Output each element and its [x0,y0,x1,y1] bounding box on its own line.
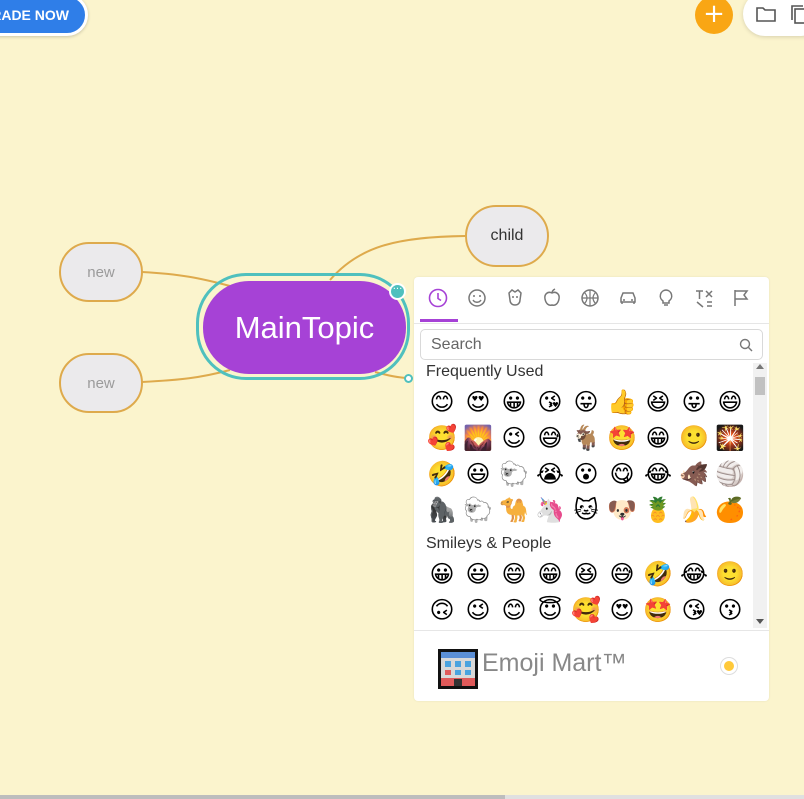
upgrade-now-button[interactable]: RADE NOW [0,0,88,36]
smiley-emoji[interactable]: 🥰 [570,594,602,626]
smileys-icon[interactable] [466,287,490,311]
smiley-emoji[interactable]: 😂 [678,558,710,590]
emoji-picker: Frequently Used Smileys & People 😊😍😀😘😛👍😆… [414,277,769,701]
more-options-icon[interactable]: ··· [389,283,406,300]
frequent-emoji[interactable]: 🙂 [678,422,710,454]
file-toolbar [743,0,804,36]
horizontal-scrollbar[interactable] [0,795,804,799]
department-store-icon [436,647,480,691]
frequent-emoji[interactable]: 😛 [570,386,602,418]
frequent-emoji[interactable]: 🐱 [570,494,602,526]
smiley-emoji[interactable]: 😁 [534,558,566,590]
skin-tone-selector[interactable] [721,658,737,674]
frequent-emoji[interactable]: 🐪 [498,494,530,526]
frequent-emoji[interactable]: 🎇 [714,422,746,454]
smiley-emoji[interactable]: 😆 [570,558,602,590]
emoji-preview: Emoji Mart™ [414,630,769,702]
emoji-scrollbar[interactable] [753,363,767,628]
frequent-emoji[interactable]: 🥰 [426,422,458,454]
smiley-emoji[interactable]: 🤣 [642,558,674,590]
frequent-emoji[interactable]: 😆 [642,386,674,418]
frequent-emoji[interactable]: 😍 [462,386,494,418]
frequent-emoji[interactable]: 🐑 [462,494,494,526]
frequent-emoji[interactable]: 🤩 [606,422,638,454]
scroll-thumb[interactable] [755,377,765,395]
animals-icon[interactable] [504,287,528,311]
travel-icon[interactable] [617,287,641,311]
search-icon [739,337,753,356]
copy-icon[interactable] [789,4,804,30]
frequent-emoji[interactable]: 😂 [642,458,674,490]
scroll-down-arrow-icon[interactable] [756,619,764,624]
frequent-emoji[interactable]: 🦍 [426,494,458,526]
smiley-emoji[interactable]: 😅 [606,558,638,590]
frequent-emoji[interactable]: 🦄 [534,494,566,526]
smiley-emoji[interactable]: 😘 [678,594,710,626]
objects-icon[interactable] [655,287,679,311]
child-node[interactable]: child [465,205,549,267]
frequent-emoji[interactable]: 😮 [570,458,602,490]
frequent-emoji[interactable]: 🍌 [678,494,710,526]
frequent-emoji[interactable]: 🍍 [642,494,674,526]
frequent-emoji[interactable]: 🐶 [606,494,638,526]
frequent-emoji[interactable]: 🤣 [426,458,458,490]
frequent-emoji[interactable]: 😭 [534,458,566,490]
frequent-emoji[interactable]: 🐑 [498,458,530,490]
frequent-emoji[interactable]: 😄 [714,386,746,418]
frequent-emoji[interactable]: 👍 [606,386,638,418]
frequent-emoji[interactable]: 🐗 [678,458,710,490]
frequent-emoji[interactable]: 🌄 [462,422,494,454]
flags-icon[interactable] [731,287,755,311]
smiley-emoji[interactable]: 🙂 [714,558,746,590]
smiley-emoji[interactable]: 😄 [498,558,530,590]
smiley-emoji[interactable]: 😃 [462,558,494,590]
horizontal-scroll-thumb[interactable] [0,795,505,799]
smileys-people-label: Smileys & People [426,535,552,552]
category-bar [414,277,769,324]
frequent-emoji[interactable]: 😋 [606,458,638,490]
smiley-emoji[interactable]: 😉 [462,594,494,626]
smiley-emoji[interactable]: 😊 [498,594,530,626]
recent-icon[interactable] [427,287,451,311]
folder-icon[interactable] [755,4,777,28]
symbols-icon[interactable] [693,287,717,311]
frequent-emoji[interactable]: 😃 [462,458,494,490]
frequent-emoji[interactable]: 😅 [534,422,566,454]
smiley-emoji[interactable]: 😗 [714,594,746,626]
frequent-emoji[interactable]: 😛 [678,386,710,418]
smiley-emoji[interactable]: 😀 [426,558,458,590]
emoji-mart-title: Emoji Mart™ [482,649,627,677]
frequent-emoji[interactable]: 🍊 [714,494,746,526]
new-node-1[interactable]: new [59,242,143,302]
emoji-scroll-area[interactable]: Frequently Used Smileys & People 😊 😍 😀 😘 😛 👍 😆… [414,363,754,628]
new-node-2[interactable]: new [59,353,143,413]
frequent-emoji[interactable]: 😘 [534,386,566,418]
frequent-emoji[interactable]: 🐐 [570,422,602,454]
smiley-emoji[interactable]: 😍 [606,594,638,626]
smiley-emoji[interactable]: 🙃 [426,594,458,626]
active-category-indicator [420,319,458,322]
food-icon[interactable] [541,287,565,311]
smiley-emoji[interactable]: 😇 [534,594,566,626]
main-topic-node[interactable]: MainTopic [203,281,406,374]
emoji-search-input[interactable] [420,329,763,360]
scroll-up-arrow-icon[interactable] [756,364,764,369]
frequently-used-label: Frequently Used [426,363,544,380]
frequent-emoji[interactable]: 🏐 [714,458,746,490]
frequent-emoji[interactable]: 😉 [498,422,530,454]
frequent-emoji[interactable]: 😊 [426,386,458,418]
frequent-emoji[interactable]: 😁 [642,422,674,454]
frequent-emoji[interactable]: 😀 [498,386,530,418]
activity-icon[interactable] [579,287,603,311]
smiley-emoji[interactable]: 🤩 [642,594,674,626]
resize-handle[interactable] [404,374,413,383]
